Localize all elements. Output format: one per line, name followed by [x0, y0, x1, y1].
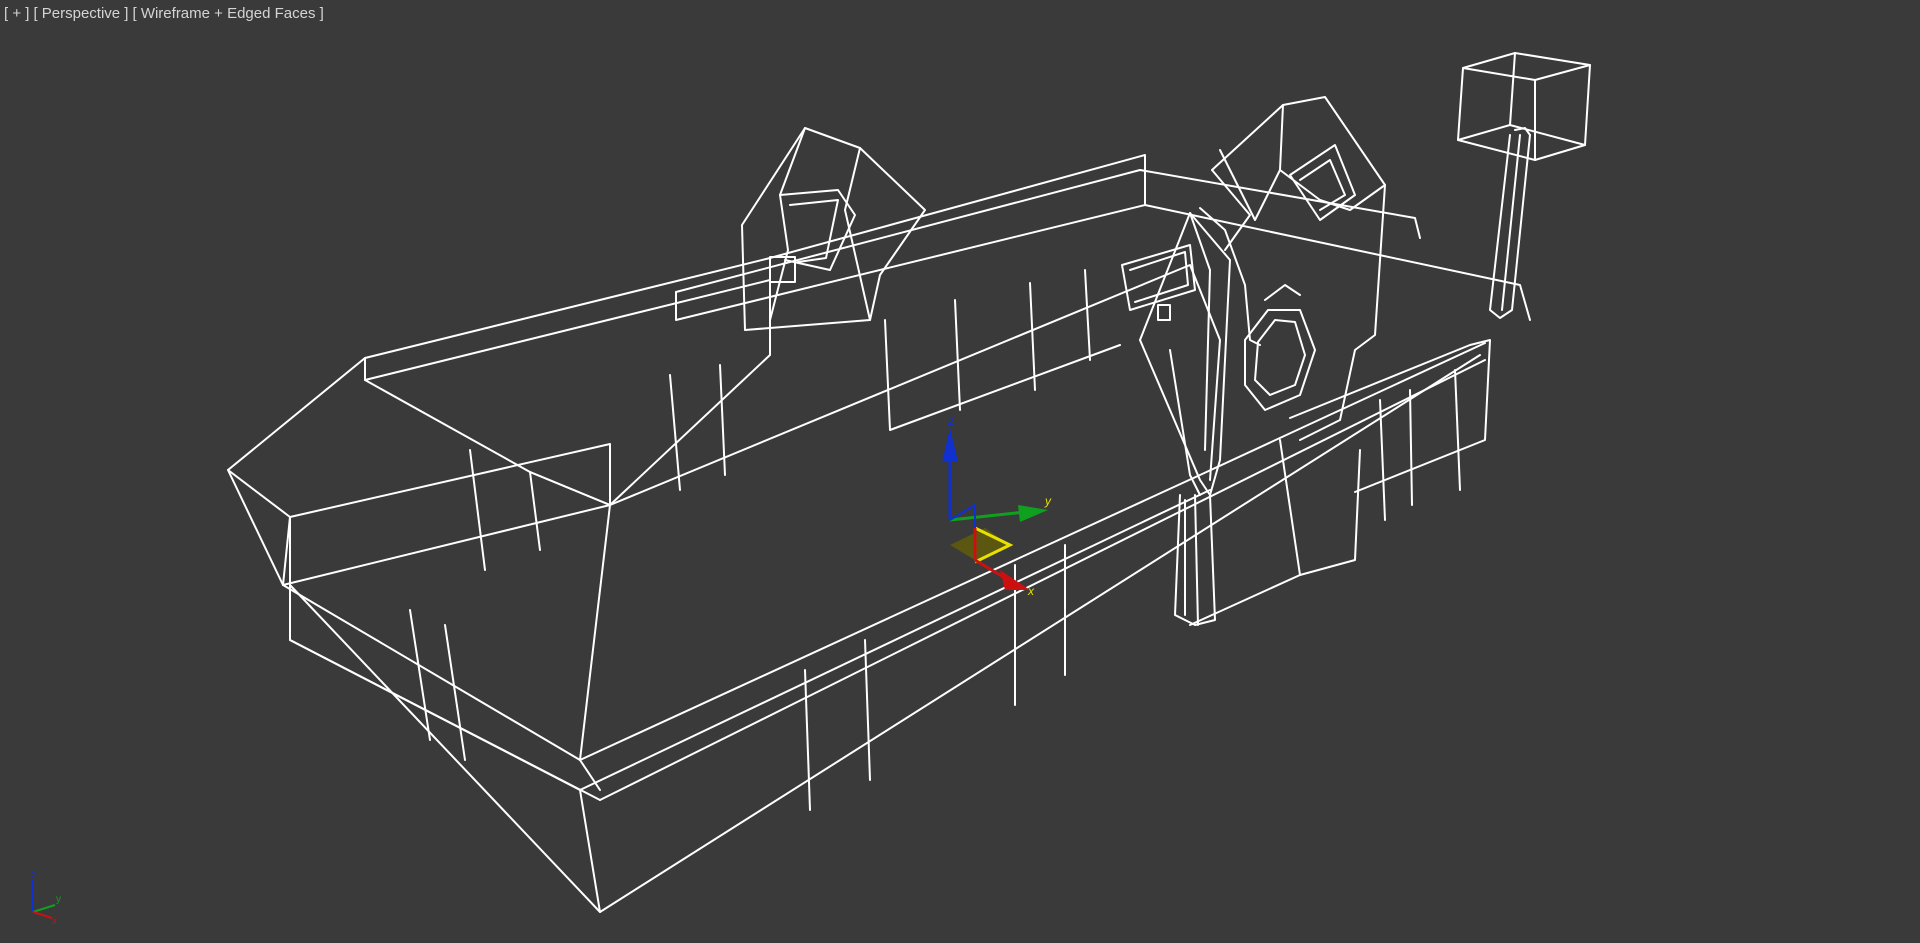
gizmo-x-label: x — [1027, 584, 1035, 598]
world-axis-z-label: z — [31, 870, 36, 881]
gizmo-z-label: z — [947, 414, 954, 428]
world-axis-y-label: y — [56, 894, 61, 905]
world-axis-x-label: x — [52, 916, 57, 927]
gizmo-y-label: y — [1044, 494, 1052, 508]
gizmo-xy-plane[interactable] — [950, 528, 1010, 560]
transform-gizmo[interactable]: z y x — [942, 414, 1052, 598]
building-wireframe[interactable] — [227, 52, 1591, 913]
gizmo-z-arrow[interactable] — [942, 428, 958, 462]
viewport-canvas[interactable]: z y x z y x — [0, 0, 1920, 943]
world-axis-icon: z y x — [31, 870, 61, 927]
gizmo-y-arrow[interactable] — [1018, 505, 1048, 522]
